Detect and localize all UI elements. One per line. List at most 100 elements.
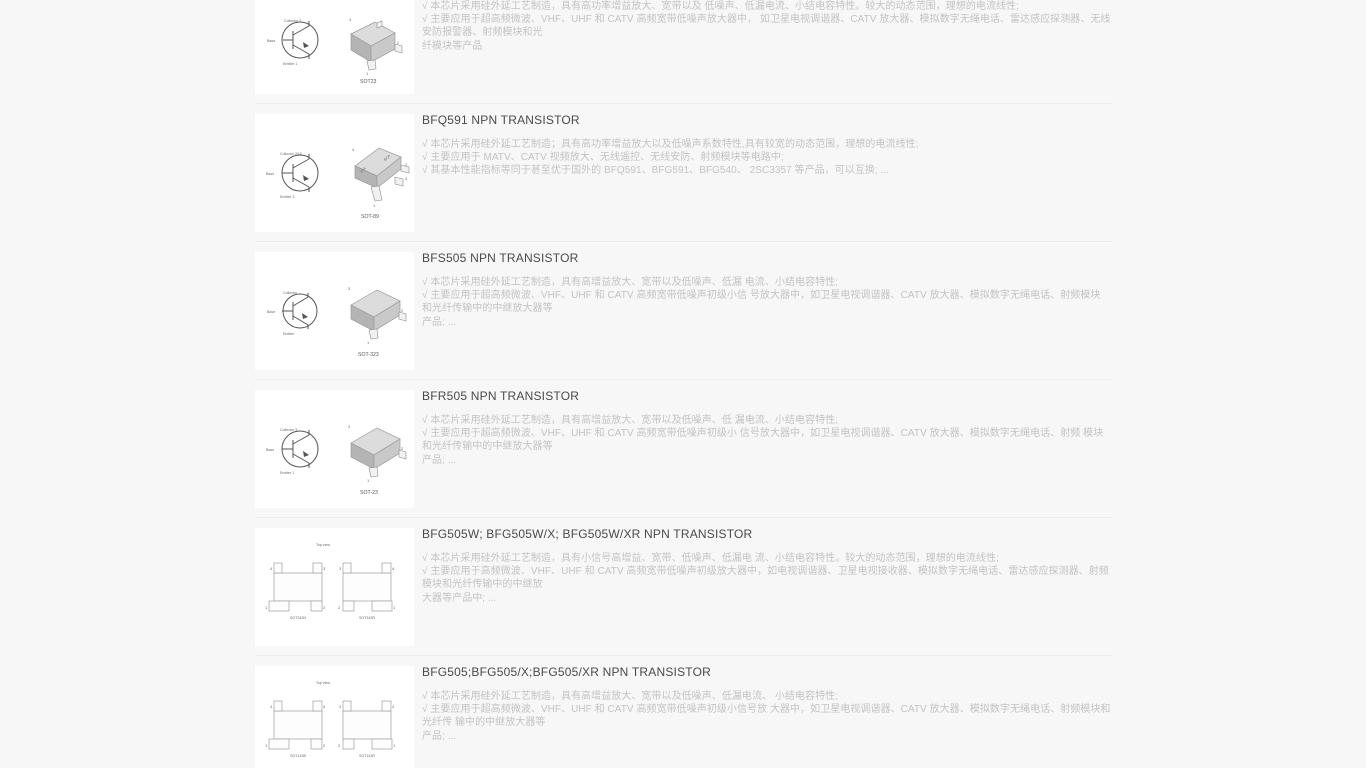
thumb-pin-1: 1 bbox=[367, 478, 370, 483]
thumb-label-collector: Collector 3 bbox=[280, 428, 297, 432]
thumb-label-collector: Collector 3 bbox=[284, 19, 301, 23]
product-description: √ 本芯片采用硅外延工艺制造，具有高增益放大、宽带以及低噪声、低 漏电流、小结电… bbox=[422, 414, 1112, 467]
product-title[interactable]: BFG505;BFG505/X;BFG505/XR NPN TRANSISTOR bbox=[422, 664, 1112, 681]
thumb-pin-1: 1 bbox=[367, 340, 370, 345]
product-thumbnail[interactable]: Collector 2&4 Base Emitter 3 BCP XXX 4 3… bbox=[255, 114, 414, 232]
product-list-item[interactable]: Collector 2&4 Base Emitter 3 BCP XXX 4 3… bbox=[255, 104, 1112, 242]
thumb-pin-1: 1 bbox=[393, 743, 396, 748]
thumb-label-emitter: Emitter 3 bbox=[280, 195, 294, 199]
sot23-package-diagram: Collector 3 Base Emitter 1 3 2 1 SOT-23 bbox=[266, 424, 407, 496]
thumb-pin-4: 4 bbox=[352, 147, 355, 152]
description-line: 产品; ... bbox=[422, 730, 457, 742]
description-line: 产品; ... bbox=[422, 454, 457, 466]
thumb-label-emitter: Emitter bbox=[283, 332, 295, 336]
thumb-pin-3: 3 bbox=[323, 704, 326, 709]
description-line: √ 本芯片采用硅外延工艺制造；具有高功率增益放大以及低噪声系数特性,具有较宽的动… bbox=[422, 139, 919, 150]
product-thumbnail-wrap[interactable]: Top view 4 3 1 2 SOT343N 3 4 2 1 SOT343R bbox=[255, 518, 414, 656]
thumb-pin-3: 3 bbox=[339, 704, 342, 709]
product-thumbnail[interactable]: Top view 4 3 1 2 SOT343N 3 4 2 1 SOT343R bbox=[255, 528, 414, 646]
product-description: √ 本芯片采用硅外延工艺制造，具有小信号高增益、宽带、低噪声、低漏电 流、小结电… bbox=[422, 552, 1112, 605]
thumb-pin-1: 1 bbox=[373, 203, 376, 208]
product-title[interactable]: BFS505 NPN TRANSISTOR bbox=[422, 250, 1112, 267]
thumb-package-label-right: SOT143R bbox=[359, 754, 375, 758]
thumb-package-label: SOT-89 bbox=[361, 214, 379, 220]
product-thumbnail[interactable]: Top view 4 3 1 2 SOT143B 3 4 2 1 SOT143R bbox=[255, 666, 414, 768]
product-thumbnail[interactable]: Collector 3 Base Emitter 1 3 2 1 SOT-23 bbox=[255, 390, 414, 508]
product-info: √ 本芯片采用硅外延工艺制造，具有高功率增益放大、宽带以及 低噪声、低漏电流、小… bbox=[414, 0, 1112, 63]
description-line: √ 本芯片采用硅外延工艺制造，具有小信号高增益、宽带、低噪声、低漏电 流、小结电… bbox=[422, 553, 999, 564]
description-line: 大器等产品中; ... bbox=[422, 592, 497, 604]
sot23-package-diagram: Collector 3 Base Emitter 1 3 2 1 SOT23 bbox=[267, 17, 403, 85]
thumb-pin-3: 3 bbox=[348, 286, 351, 291]
thumb-package-label: SOT23 bbox=[360, 79, 377, 85]
thumb-pin-1: 1 bbox=[393, 605, 396, 610]
description-line: √ 其基本性能指标等同于甚至优于国外的 BFQ591、BFG591、BFG540… bbox=[422, 165, 890, 177]
thumb-label-base: Base bbox=[266, 172, 274, 176]
thumb-pin-2: 2 bbox=[401, 308, 404, 313]
product-thumbnail[interactable]: Collector 3 Base Emitter 1 3 2 1 SOT23 bbox=[255, 0, 414, 94]
thumb-pin-1: 1 bbox=[265, 743, 268, 748]
product-title[interactable]: BFR505 NPN TRANSISTOR bbox=[422, 388, 1112, 405]
description-line: √ 本芯片采用硅外延工艺制造，具有高增益放大、宽带以及低噪声、低 漏电流、小结电… bbox=[422, 415, 839, 426]
product-list: Collector 3 Base Emitter 1 3 2 1 SOT23 √… bbox=[255, 0, 1112, 768]
thumb-pin-2: 2 bbox=[338, 605, 341, 610]
product-list-item[interactable]: Top view 4 3 1 2 SOT143B 3 4 2 1 SOT143R… bbox=[255, 656, 1112, 768]
page-root: Collector 3 Base Emitter 1 3 2 1 SOT23 √… bbox=[0, 0, 1366, 768]
description-line: √ 主要应用于超高频微波、VHF、UHF 和 CATV 高频宽带低噪声初级小 信… bbox=[422, 428, 1104, 453]
product-list-item[interactable]: Collector Base Emitter 3 2 1 SOT-323 BFS… bbox=[255, 242, 1112, 380]
thumb-label-base: Base bbox=[267, 39, 275, 43]
thumb-pin-2: 2 bbox=[338, 743, 341, 748]
product-list-item[interactable]: Collector 3 Base Emitter 1 3 2 1 SOT-23 bbox=[255, 380, 1112, 518]
thumb-package-label-left: SOT143B bbox=[290, 754, 306, 758]
description-line: √ 本芯片采用硅外延工艺制造，具有高增益放大、宽带以及低噪声、低漏电流、 小结电… bbox=[422, 691, 839, 702]
product-thumbnail-wrap[interactable]: Collector Base Emitter 3 2 1 SOT-323 bbox=[255, 242, 414, 380]
product-list-item[interactable]: Collector 3 Base Emitter 1 3 2 1 SOT23 √… bbox=[255, 0, 1112, 104]
thumb-package-label-left: SOT343N bbox=[290, 616, 306, 620]
sot89-package-diagram: Collector 2&4 Base Emitter 3 BCP XXX 4 3… bbox=[266, 147, 410, 220]
description-line: 纤模块等产品 bbox=[422, 40, 483, 52]
product-info: BFG505;BFG505/X;BFG505/XR NPN TRANSISTOR… bbox=[414, 656, 1112, 753]
product-title[interactable]: BFG505W; BFG505W/X; BFG505W/XR NPN TRANS… bbox=[422, 526, 1112, 543]
product-thumbnail[interactable]: Collector Base Emitter 3 2 1 SOT-323 bbox=[255, 252, 414, 370]
product-title[interactable]: BFQ591 NPN TRANSISTOR bbox=[422, 112, 1112, 129]
description-line: √ 主要应用于超高频微波、VHF、UHF 和 CATV 高频宽带低噪声放大器中，… bbox=[422, 14, 1111, 39]
product-description: √ 本芯片采用硅外延工艺制造，具有高增益放大、宽带以及低噪声、低漏 电流、小结电… bbox=[422, 276, 1112, 329]
product-thumbnail-wrap[interactable]: Collector 3 Base Emitter 1 3 2 1 SOT-23 bbox=[255, 380, 414, 518]
sot343-topview-diagram: Top view 4 3 1 2 SOT343N 3 4 2 1 SOT343R bbox=[265, 543, 396, 620]
product-thumbnail-wrap[interactable]: Collector 2&4 Base Emitter 3 BCP XXX 4 3… bbox=[255, 104, 414, 242]
thumb-pin-4: 4 bbox=[392, 704, 395, 709]
thumb-package-label: SOT-323 bbox=[358, 352, 379, 358]
sot143-topview-diagram: Top view 4 3 1 2 SOT143B 3 4 2 1 SOT143R bbox=[265, 681, 396, 758]
description-line: √ 主要应用于 MATV、CATV 视频放大、无线遥控、无线安防、射频模块等电路… bbox=[422, 152, 784, 164]
description-line: 产品; ... bbox=[422, 316, 457, 328]
thumb-pin-3: 3 bbox=[339, 566, 342, 571]
sot323-package-diagram: Collector Base Emitter 3 2 1 SOT-323 bbox=[267, 286, 407, 358]
thumb-pin-3: 3 bbox=[349, 17, 352, 22]
thumb-label-emitter: Emitter 1 bbox=[280, 471, 294, 475]
thumb-label-collector: Collector 2&4 bbox=[280, 152, 302, 156]
thumb-label-emitter: Emitter 1 bbox=[283, 62, 297, 66]
thumb-view-label: Top view bbox=[316, 543, 330, 547]
product-description: √ 本芯片采用硅外延工艺制造；具有高功率增益放大以及低噪声系数特性,具有较宽的动… bbox=[422, 138, 1112, 178]
thumb-pin-2: 2 bbox=[323, 743, 326, 748]
thumb-pin-1: 1 bbox=[265, 605, 268, 610]
description-line: √ 本芯片采用硅外延工艺制造，具有高功率增益放大、宽带以及 低噪声、低漏电流、小… bbox=[422, 1, 1019, 12]
thumb-package-label-right: SOT343R bbox=[359, 616, 375, 620]
thumb-pin-3: 3 bbox=[348, 424, 351, 429]
thumb-label-collector: Collector bbox=[283, 291, 298, 295]
product-info: BFQ591 NPN TRANSISTOR √ 本芯片采用硅外延工艺制造；具有高… bbox=[414, 104, 1112, 188]
thumb-view-label: Top view bbox=[316, 681, 330, 685]
product-thumbnail-wrap[interactable]: Collector 3 Base Emitter 1 3 2 1 SOT23 bbox=[255, 0, 414, 104]
product-thumbnail-wrap[interactable]: Top view 4 3 1 2 SOT143B 3 4 2 1 SOT143R bbox=[255, 656, 414, 768]
product-info: BFS505 NPN TRANSISTOR √ 本芯片采用硅外延工艺制造，具有高… bbox=[414, 242, 1112, 339]
description-line: √ 主要应用于高频微波、VHF、UHF 和 CATV 高频宽带低噪声初级放大器中… bbox=[422, 566, 1109, 591]
thumb-pin-4: 4 bbox=[270, 566, 273, 571]
product-description: √ 本芯片采用硅外延工艺制造，具有高功率增益放大、宽带以及 低噪声、低漏电流、小… bbox=[422, 0, 1112, 53]
thumb-pin-2: 2 bbox=[401, 446, 404, 451]
description-line: √ 主要应用于超高频微波、VHF、UHF 和 CATV 高频宽带低噪声初级小信号… bbox=[422, 704, 1111, 729]
thumb-pin-3: 3 bbox=[323, 566, 326, 571]
thumb-pin-3: 3 bbox=[405, 176, 408, 181]
product-list-item[interactable]: Top view 4 3 1 2 SOT343N 3 4 2 1 SOT343R… bbox=[255, 518, 1112, 656]
description-line: √ 主要应用于超高频微波、VHF、UHF 和 CATV 高频宽带低噪声初级小信 … bbox=[422, 290, 1101, 315]
thumb-label-base: Base bbox=[267, 310, 275, 314]
